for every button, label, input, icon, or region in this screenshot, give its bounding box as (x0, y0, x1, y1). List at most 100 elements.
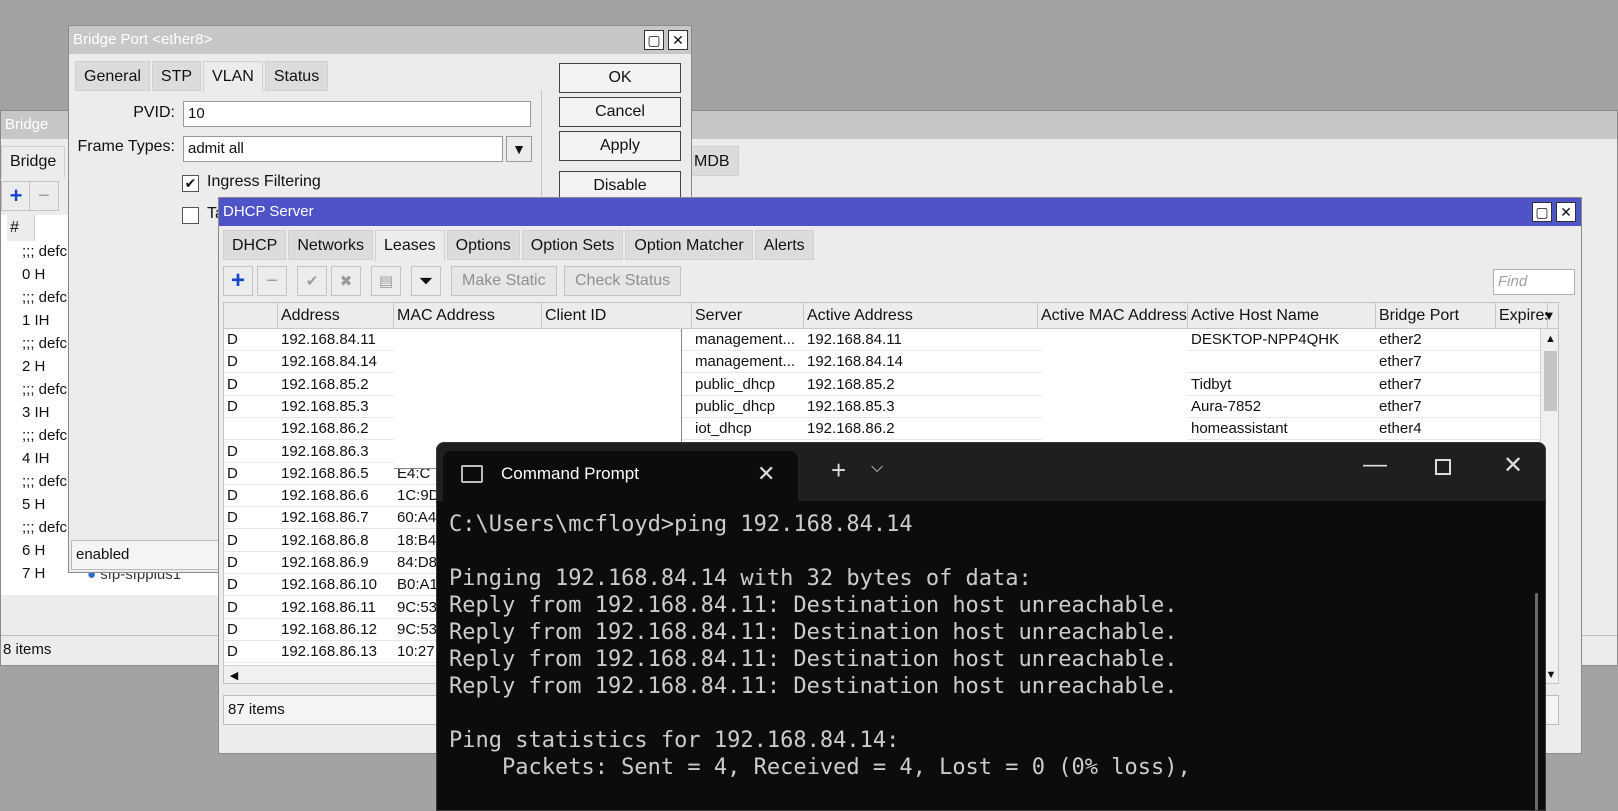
col-mac-address[interactable]: MAC Address (394, 303, 542, 329)
cmd-tab[interactable]: Command Prompt ✕ (443, 451, 798, 501)
scroll-up-icon[interactable]: ▲ (1541, 329, 1558, 349)
tab-mdb[interactable]: MDB (685, 146, 739, 176)
pvid-field[interactable]: 10 (183, 101, 531, 127)
lease-address: 192.168.86.9 (281, 554, 369, 571)
lease-host-name: DESKTOP-NPP4QHK (1191, 331, 1340, 348)
col-client-id[interactable]: Client ID (542, 303, 692, 329)
tab-vlan[interactable]: VLAN (203, 61, 263, 93)
scroll-left-icon[interactable]: ◀ (224, 666, 244, 683)
lease-flag: D (227, 554, 238, 571)
lease-active-address: 192.168.84.11 (807, 331, 902, 348)
apply-button[interactable]: Apply (559, 131, 681, 161)
bridge-status-count: 8 items (3, 641, 52, 658)
disable-icon[interactable]: ✖ (331, 266, 361, 296)
close-window-icon[interactable]: ✕ (1503, 451, 1523, 480)
tab-option-matcher[interactable]: Option Matcher (625, 230, 753, 260)
comment-icon[interactable]: ▤ (371, 266, 401, 296)
lease-address: 192.168.84.11 (281, 331, 376, 348)
tab-networks[interactable]: Networks (288, 230, 374, 260)
terminal-line: C:\Users\mcfloyd>ping 192.168.84.14 (449, 512, 913, 537)
bridge-port-titlebar[interactable]: Bridge Port <ether8> (69, 26, 691, 54)
cmd-titlebar[interactable]: Command Prompt ✕ + ⌵ — ✕ (437, 443, 1545, 501)
lease-host-name: homeassistant (1191, 420, 1288, 438)
tab-options[interactable]: Options (446, 230, 520, 260)
lease-address: 192.168.86.7 (281, 509, 369, 527)
col-active-mac-address[interactable]: Active MAC Address (1038, 303, 1188, 329)
lease-address: 192.168.84.14 (281, 353, 377, 371)
lease-server: management... (695, 331, 796, 348)
tab-stp[interactable]: STP (151, 61, 202, 91)
terminal-line: Reply from 192.168.84.11: Destination ho… (449, 674, 1178, 699)
new-tab-icon[interactable]: + (831, 455, 846, 486)
tab-bridge[interactable]: Bridge (1, 146, 66, 178)
col-hash[interactable]: # (7, 215, 35, 241)
lease-flag: D (227, 353, 238, 371)
find-input[interactable]: Find (1493, 269, 1575, 295)
check-status-button[interactable]: Check Status (564, 266, 682, 296)
lease-address: 192.168.85.2 (281, 375, 369, 393)
maximize-icon[interactable]: ▢ (644, 30, 664, 50)
lease-server: management... (695, 353, 796, 371)
add-icon[interactable]: + (223, 266, 253, 296)
lease-address: 192.168.86.6 (281, 487, 369, 505)
column-menu-icon[interactable]: ▼ (1538, 303, 1558, 329)
col-active-address[interactable]: Active Address (804, 303, 1038, 329)
lease-server: public_dhcp (695, 397, 776, 415)
lease-bridge-port: ether2 (1379, 331, 1422, 348)
bridge-title: Bridge (5, 116, 49, 133)
close-icon[interactable]: ✕ (668, 30, 688, 50)
tab-option-sets[interactable]: Option Sets (521, 230, 624, 260)
tagged-checkbox[interactable] (182, 207, 199, 224)
enable-icon[interactable]: ✔ (297, 266, 327, 296)
add-button[interactable]: + (1, 181, 31, 211)
terminal-line: Reply from 192.168.84.11: Destination ho… (449, 593, 1178, 618)
ok-button[interactable]: OK (559, 63, 681, 93)
lease-address: 192.168.86.10 (281, 576, 377, 594)
terminal-output[interactable]: C:\Users\mcfloyd>ping 192.168.84.14 Ping… (449, 511, 1191, 781)
tab-general[interactable]: General (75, 61, 150, 91)
tab-leases[interactable]: Leases (375, 230, 445, 262)
tab-alerts[interactable]: Alerts (754, 230, 814, 260)
lease-flag: D (227, 464, 238, 482)
make-static-button[interactable]: Make Static (451, 266, 557, 296)
cancel-button[interactable]: Cancel (559, 97, 681, 127)
remove-button[interactable]: − (29, 181, 59, 211)
filter-icon[interactable]: ⏷ (411, 266, 441, 296)
table-header: Address MAC Address Client ID Server Act… (224, 303, 1558, 329)
lease-bridge-port: ether7 (1379, 375, 1422, 393)
tab-dhcp[interactable]: DHCP (223, 230, 287, 260)
col-bridge-port[interactable]: Bridge Port (1376, 303, 1496, 329)
terminal-scrollbar[interactable] (1535, 593, 1538, 810)
lease-host-name: Aura-7852 (1191, 397, 1262, 415)
remove-icon[interactable]: − (257, 266, 287, 296)
dhcp-titlebar[interactable]: DHCP Server (219, 198, 1581, 226)
ingress-filtering-checkbox[interactable]: ✔ (182, 175, 199, 192)
terminal-line: Reply from 192.168.84.11: Destination ho… (449, 620, 1178, 645)
lease-bridge-port: ether7 (1379, 353, 1422, 371)
lease-flag (224, 418, 278, 440)
lease-bridge-port: ether7 (1379, 397, 1422, 415)
col-server[interactable]: Server (692, 303, 804, 329)
lease-address: 192.168.86.5 (281, 464, 369, 482)
maximize-icon[interactable] (1435, 459, 1451, 475)
lease-address: 192.168.86.13 (281, 643, 377, 661)
col-address[interactable]: Address (278, 303, 394, 329)
lease-bridge-port: ether4 (1379, 420, 1422, 438)
dhcp-title: DHCP Server (223, 203, 314, 220)
lease-flag: D (227, 576, 238, 594)
close-tab-icon[interactable]: ✕ (757, 461, 775, 487)
lease-flag: D (227, 397, 238, 415)
lease-flag: D (227, 509, 238, 527)
col-active-host-name[interactable]: Active Host Name (1188, 303, 1376, 329)
cmd-tab-title: Command Prompt (501, 464, 639, 483)
maximize-icon[interactable]: ▢ (1532, 202, 1552, 222)
terminal-line: Ping statistics for 192.168.84.14: (449, 728, 900, 753)
scroll-thumb[interactable] (1544, 351, 1557, 411)
tab-dropdown-icon[interactable]: ⌵ (871, 459, 883, 477)
close-icon[interactable]: ✕ (1556, 202, 1576, 222)
minimize-icon[interactable]: — (1363, 451, 1387, 479)
frame-types-select[interactable]: admit all (183, 136, 503, 162)
tab-status[interactable]: Status (264, 61, 329, 91)
dropdown-arrow-icon[interactable]: ▼ (506, 136, 532, 162)
